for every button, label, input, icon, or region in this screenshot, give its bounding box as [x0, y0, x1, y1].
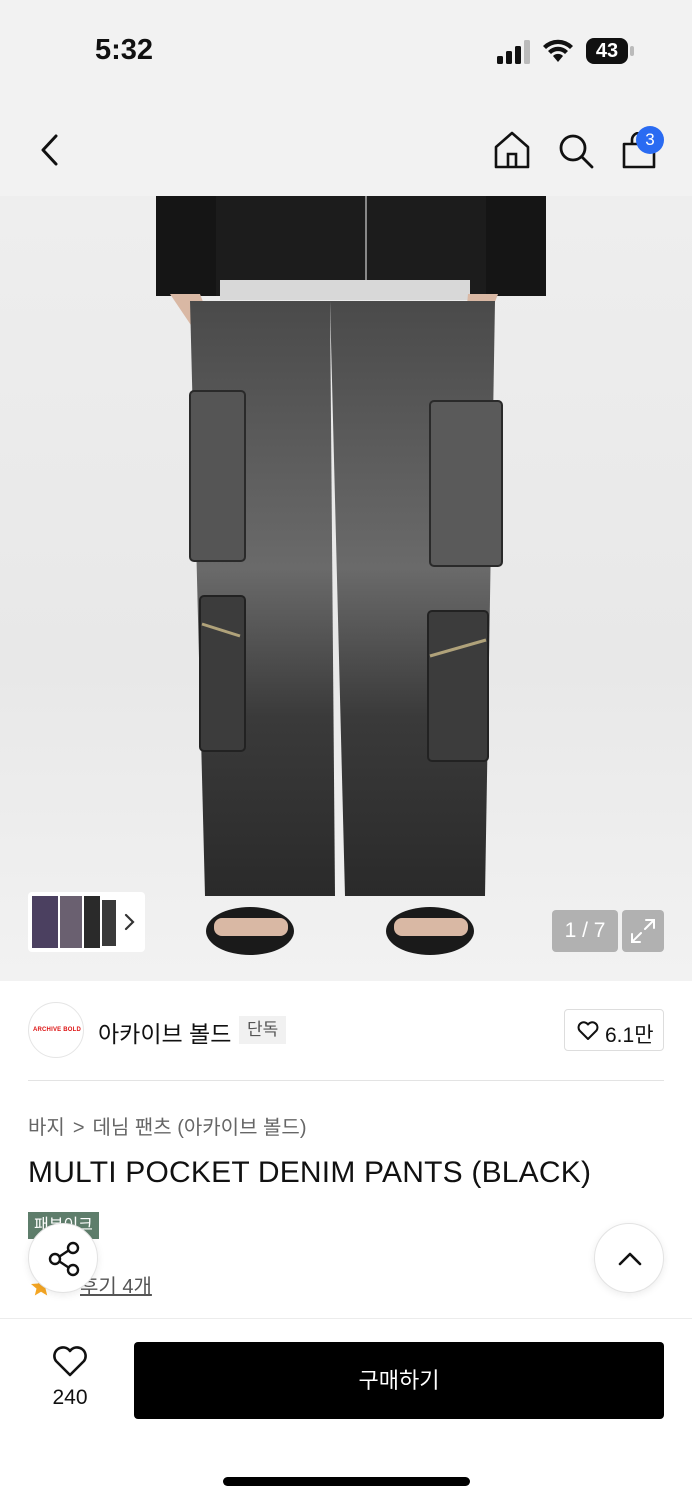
- expand-icon: [631, 919, 655, 943]
- status-bar: 5:32 43: [0, 0, 692, 100]
- image-counter: 1 / 7: [552, 910, 618, 952]
- brand-like-count: 6.1만: [605, 1024, 654, 1047]
- heart-icon: [577, 1021, 599, 1040]
- section-divider: [28, 1080, 664, 1081]
- status-time: 5:32: [95, 34, 154, 66]
- wishlist-heart-icon[interactable]: [52, 1346, 88, 1378]
- exclusive-badge: 단독: [239, 1016, 287, 1044]
- expand-image-button[interactable]: [622, 910, 664, 952]
- search-icon[interactable]: [557, 132, 595, 170]
- brand-logo[interactable]: ARCHIVE BOLD: [28, 1002, 84, 1058]
- scroll-to-top-button[interactable]: [594, 1223, 664, 1293]
- back-chevron-icon[interactable]: [36, 132, 66, 168]
- buy-button[interactable]: 구매하기: [134, 1342, 664, 1419]
- cellular-signal-icon: [497, 40, 530, 64]
- share-button[interactable]: [28, 1223, 98, 1293]
- home-icon[interactable]: [493, 130, 531, 170]
- gallery-thumbnail-strip[interactable]: [28, 892, 145, 952]
- product-title: MULTI POCKET DENIM PANTS (BLACK): [28, 1156, 592, 1189]
- battery-indicator: 43: [586, 38, 628, 64]
- breadcrumb: 바지 > 데님 팬츠 (아카이브 볼드): [28, 1111, 307, 1140]
- chevron-up-icon: [618, 1252, 642, 1266]
- breadcrumb-separator-icon: >: [72, 1117, 85, 1139]
- product-photo: [156, 196, 546, 955]
- wishlist-count: 240: [52, 1386, 88, 1409]
- brand-name[interactable]: 아카이브 볼드: [98, 1015, 231, 1049]
- bottom-bar-divider: [0, 1318, 692, 1319]
- battery-tip: [630, 46, 634, 56]
- thumbnail-images: [32, 896, 135, 948]
- brand-logo-text: ARCHIVE BOLD: [32, 1027, 82, 1033]
- home-indicator: [223, 1477, 470, 1486]
- breadcrumb-category[interactable]: 바지: [28, 1117, 65, 1139]
- cart-count-badge: 3: [636, 126, 664, 154]
- brand-like-button[interactable]: 6.1만: [564, 1009, 664, 1051]
- breadcrumb-subcategory[interactable]: 데님 팬츠 (아카이브 볼드): [93, 1117, 307, 1139]
- wifi-icon: [543, 39, 573, 62]
- share-icon: [48, 1241, 80, 1277]
- product-image[interactable]: [0, 196, 692, 981]
